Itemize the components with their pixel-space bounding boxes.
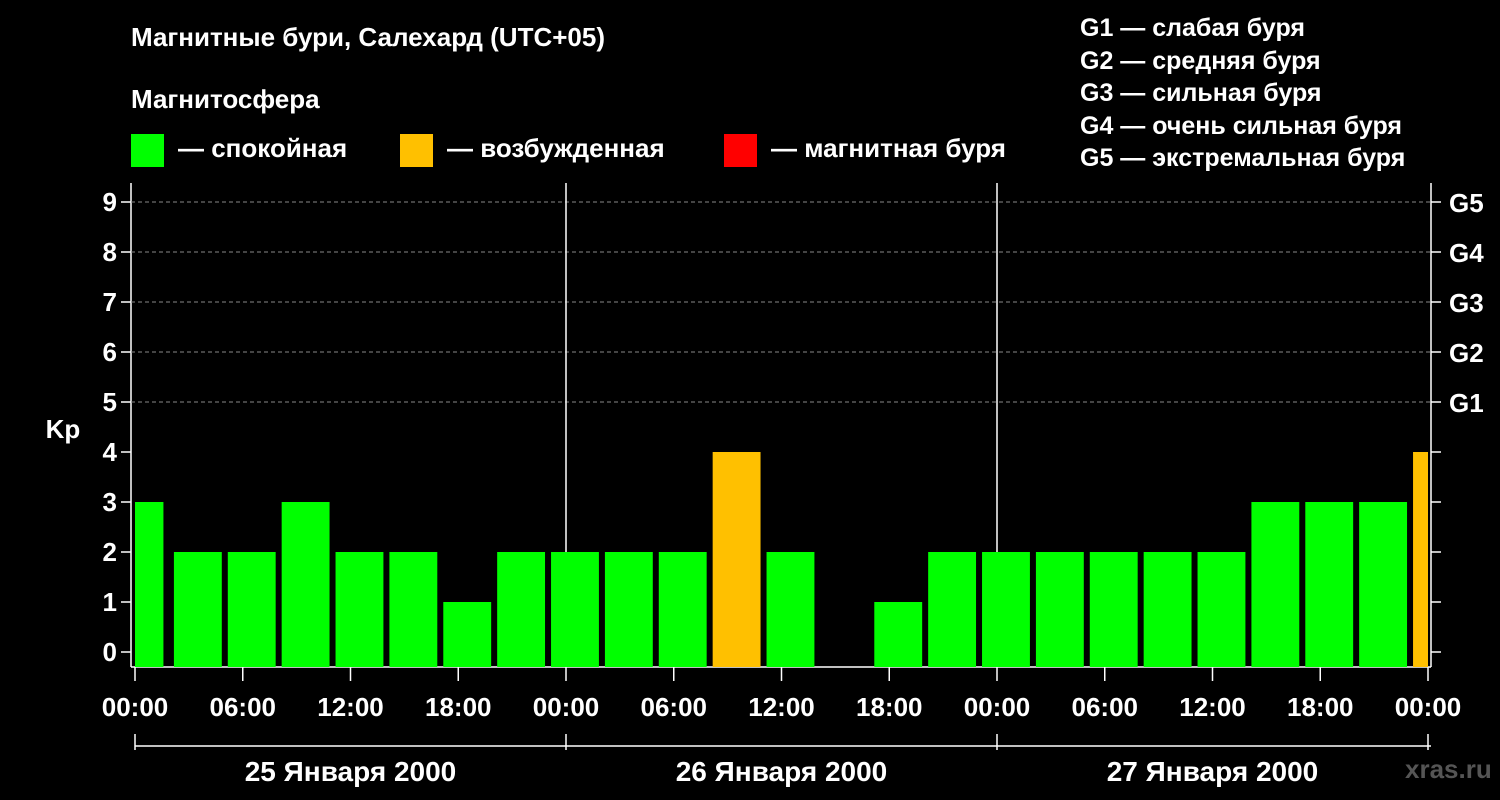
bar-23 <box>1359 502 1408 667</box>
y-tick-label: 4 <box>103 437 118 467</box>
x-tick-label: 18:00 <box>425 692 492 722</box>
bar-16 <box>982 552 1030 667</box>
x-tick-label: 00:00 <box>1395 692 1462 722</box>
y-tick-label: 2 <box>103 537 117 567</box>
y-tick-label: 1 <box>103 587 117 617</box>
x-tick-label: 06:00 <box>641 692 708 722</box>
bar-7 <box>497 552 546 667</box>
y-tick-label: 8 <box>103 237 117 267</box>
g-axis-label: G5 <box>1449 188 1484 218</box>
bar-24 <box>1413 452 1428 667</box>
x-tick-label: 12:00 <box>317 692 384 722</box>
g-axis-label: G4 <box>1449 238 1484 268</box>
bar-20 <box>1197 552 1246 667</box>
bar-2 <box>227 552 276 667</box>
y-tick-label: 9 <box>103 187 117 217</box>
bar-3 <box>281 502 330 667</box>
bar-18 <box>1089 552 1138 667</box>
bar-17 <box>1035 552 1084 667</box>
g-axis-label: G3 <box>1449 288 1484 318</box>
x-tick-label: 18:00 <box>856 692 923 722</box>
bar-14 <box>874 602 923 667</box>
bar-21 <box>1251 502 1300 667</box>
y-tick-label: 7 <box>103 287 117 317</box>
bar-19 <box>1143 552 1192 667</box>
bar-12 <box>766 552 815 667</box>
x-tick-label: 00:00 <box>102 692 169 722</box>
day-label: 26 Января 2000 <box>676 756 888 787</box>
bar-9 <box>604 552 653 667</box>
bar-11 <box>712 452 761 667</box>
g-axis-label: G2 <box>1449 338 1484 368</box>
x-tick-label: 12:00 <box>1179 692 1246 722</box>
bar-4 <box>335 552 384 667</box>
g-axis-label: G1 <box>1449 388 1484 418</box>
bar-15 <box>928 552 977 667</box>
bar-22 <box>1305 502 1354 667</box>
x-tick-label: 06:00 <box>210 692 277 722</box>
x-tick-label: 06:00 <box>1072 692 1139 722</box>
bar-5 <box>389 552 438 667</box>
y-tick-label: 6 <box>103 337 117 367</box>
x-tick-label: 18:00 <box>1287 692 1354 722</box>
x-tick-label: 00:00 <box>964 692 1031 722</box>
y-axis-title: Kp <box>46 414 81 444</box>
day-label: 25 Января 2000 <box>245 756 457 787</box>
day-label: 27 Января 2000 <box>1107 756 1319 787</box>
bar-1 <box>173 552 222 667</box>
y-tick-label: 5 <box>103 387 117 417</box>
x-tick-label: 00:00 <box>533 692 600 722</box>
bar-6 <box>443 602 492 667</box>
kp-bar-chart: 0 1 2 3 4 5 6 7 8 9 G1 G2 G3 G4 G5 Kp 00:00 06:00 12:00 18:… <box>46 183 1484 787</box>
y-tick-label: 3 <box>103 487 117 517</box>
bar-0 <box>135 502 164 667</box>
watermark: xras.ru <box>1405 754 1492 784</box>
y-tick-label: 0 <box>103 637 117 667</box>
bar-8 <box>551 552 599 667</box>
x-tick-label: 12:00 <box>748 692 815 722</box>
bar-10 <box>658 552 707 667</box>
